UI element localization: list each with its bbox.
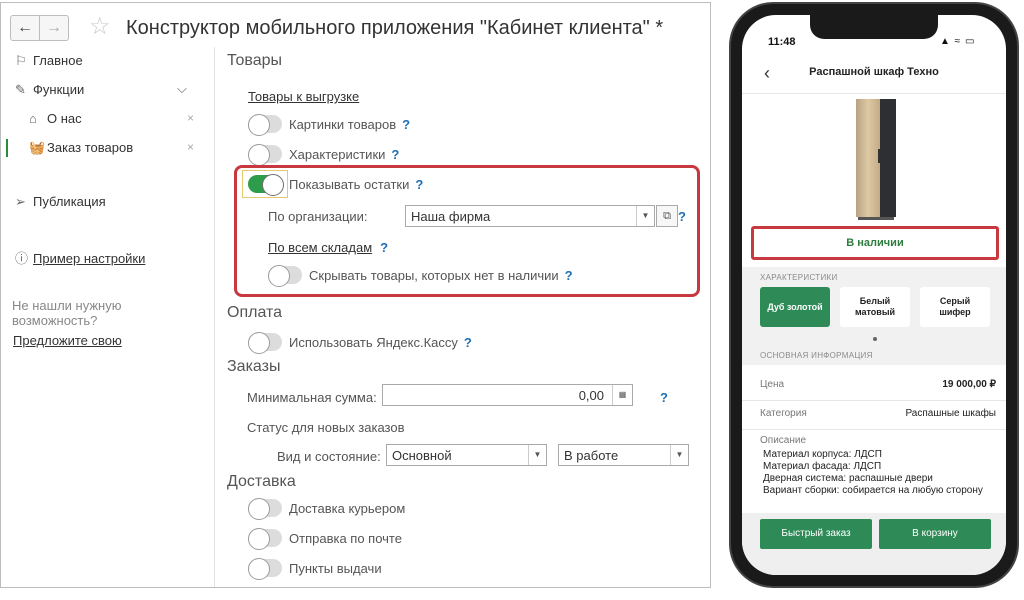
sidebar-item-label: О нас (47, 111, 82, 126)
sidebar: ⚐ Главное ✎ Функции ⌵ ⌂ О нас × 🧺 Заказ това… (1, 47, 215, 587)
sidebar-item-orders[interactable]: 🧺 Заказ товаров (29, 140, 133, 156)
state-select[interactable]: В работе ▼ (558, 444, 689, 466)
characteristics-label: ХАРАКТЕРИСТИКИ (760, 273, 838, 282)
sidebar-item-functions[interactable]: ✎ Функции (15, 82, 84, 98)
section-title-payment: Оплата (227, 304, 283, 321)
suggest-link[interactable]: Предложите свою (13, 333, 122, 348)
pictures-toggle[interactable] (248, 114, 282, 136)
settings-content: Товары Товары к выгрузке Картинки товаро… (216, 47, 710, 587)
arrow-right-icon: → (46, 19, 62, 36)
section-title-goods: Товары (227, 52, 283, 69)
sidebar-item-label: Функции (33, 82, 85, 97)
mail-toggle[interactable] (248, 528, 282, 550)
product-title: Распашной шкаф Техно (809, 66, 939, 78)
dropdown-icon[interactable]: ▼ (528, 445, 546, 465)
pictures-label: Картинки товаров? (289, 117, 411, 132)
sidebar-item-label: Публикация (33, 194, 106, 209)
info-icon: ⓘ (15, 251, 29, 266)
yandex-label: Использовать Яндекс.Кассу? (289, 335, 472, 350)
price-value: 19 000,00 ₽ (942, 379, 996, 390)
availability-badge: В наличии (751, 226, 999, 260)
status-label: Статус для новых заказов (247, 420, 405, 435)
wardrobe-base (858, 217, 894, 220)
sidebar-item-about[interactable]: ⌂ О нас (29, 111, 82, 126)
status-time: 11:48 (768, 36, 796, 48)
title-bar: ← → ☆ Конструктор мобильного приложения … (1, 3, 710, 45)
calculator-icon[interactable]: ▦ (612, 385, 632, 405)
quick-order-button[interactable]: Быстрый заказ (760, 519, 872, 549)
category-label: Категория (760, 408, 807, 419)
wardrobe-door-oak (856, 99, 880, 217)
active-indicator (6, 139, 8, 157)
product-image (856, 99, 896, 220)
courier-toggle[interactable] (248, 498, 282, 520)
wardrobe-door-dark (880, 99, 896, 217)
help-icon[interactable]: ? (402, 117, 410, 132)
pickup-toggle[interactable] (248, 558, 282, 580)
info-label: ОСНОВНАЯ ИНФОРМАЦИЯ (760, 351, 873, 360)
option-chip[interactable]: Серый шифер (920, 287, 990, 327)
phone-screen: 11:48 ▲ ≈ ▭ ‹ Распашной шкаф Техно В нал… (742, 15, 1006, 575)
sidebar-item-publication[interactable]: ➢ Публикация (15, 194, 106, 210)
help-icon[interactable]: ? (660, 390, 668, 405)
window-title: Конструктор мобильного приложения "Кабин… (126, 17, 664, 39)
kind-select[interactable]: Основной ▼ (386, 444, 547, 466)
send-icon: ➢ (15, 194, 26, 209)
min-sum-label: Минимальная сумма: (247, 390, 377, 405)
add-to-cart-button[interactable]: В корзину (879, 519, 991, 549)
divider (742, 400, 1006, 401)
courier-label: Доставка курьером (289, 501, 406, 516)
kind-label: Вид и состояние: (277, 449, 381, 464)
min-sum-input[interactable]: 0,00 ▦ (382, 384, 633, 406)
sidebar-item-label: Заказ товаров (47, 140, 134, 155)
hint-text: Не нашли нужную возможность? (12, 298, 122, 328)
option-chip[interactable]: Дуб золотой (760, 287, 830, 327)
divider (742, 429, 1006, 430)
sidebar-item-label: Пример настройки (33, 251, 146, 266)
close-icon[interactable]: × (187, 111, 194, 125)
flag-icon: ⚐ (15, 53, 27, 68)
section-title-delivery: Доставка (227, 473, 296, 490)
arrow-left-icon: ← (17, 19, 33, 36)
dropdown-icon[interactable]: ▼ (670, 445, 688, 465)
signal-wifi-battery-icon: ▲ ≈ ▭ (940, 36, 976, 47)
forward-button[interactable]: → (39, 15, 69, 41)
help-icon[interactable]: ? (464, 335, 472, 350)
goods-export-link[interactable]: Товары к выгрузке (248, 89, 359, 104)
home-icon: ⌂ (29, 111, 37, 126)
back-button[interactable]: ← (10, 15, 40, 41)
carousel-dot[interactable] (873, 337, 877, 341)
sidebar-item-label: Главное (33, 53, 83, 68)
phone-notch (810, 15, 938, 39)
pickup-label: Пункты выдачи (289, 561, 382, 576)
characteristics-toggle[interactable] (248, 144, 282, 166)
basket-icon: 🧺 (29, 140, 46, 155)
mail-label: Отправка по почте (289, 531, 402, 546)
chevron-down-icon[interactable]: ⌵ (177, 81, 187, 97)
sidebar-item-example[interactable]: ⓘ Пример настройки (15, 248, 145, 267)
option-chip[interactable]: Белый матовый (840, 287, 910, 327)
price-label: Цена (760, 379, 785, 390)
stock-highlight-frame (234, 165, 700, 297)
characteristics-label: Характеристики? (289, 147, 400, 162)
close-icon[interactable]: × (187, 140, 194, 154)
description-label: Описание (760, 435, 807, 446)
section-title-orders: Заказы (227, 358, 281, 375)
pencil-icon: ✎ (15, 82, 26, 97)
favorite-star-icon[interactable]: ☆ (89, 14, 111, 40)
help-icon[interactable]: ? (391, 147, 399, 162)
category-value: Распашные шкафы (905, 408, 996, 419)
description-text: Материал корпуса: ЛДСП Материал фасада: … (763, 449, 983, 496)
phone-mockup: 11:48 ▲ ≈ ▭ ‹ Распашной шкаф Техно В нал… (729, 2, 1019, 588)
divider (742, 93, 1006, 94)
wardrobe-handle (878, 149, 880, 163)
sidebar-item-main[interactable]: ⚐ Главное (15, 53, 83, 69)
yandex-toggle[interactable] (248, 332, 282, 354)
